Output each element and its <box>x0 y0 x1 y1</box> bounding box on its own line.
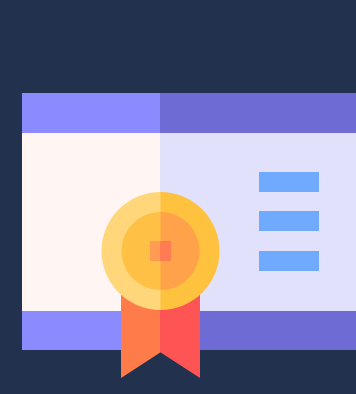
certificate-icon <box>0 0 356 394</box>
text-line-1 <box>259 172 319 192</box>
certificate-icon-canvas <box>0 0 356 394</box>
award-medal-icon <box>101 192 220 310</box>
medal-center-right <box>160 241 171 261</box>
top-frame-left <box>22 93 161 133</box>
medal-center-left <box>150 241 161 261</box>
top-frame-right <box>160 93 356 133</box>
text-line-3 <box>259 251 319 271</box>
text-line-2 <box>259 211 319 231</box>
